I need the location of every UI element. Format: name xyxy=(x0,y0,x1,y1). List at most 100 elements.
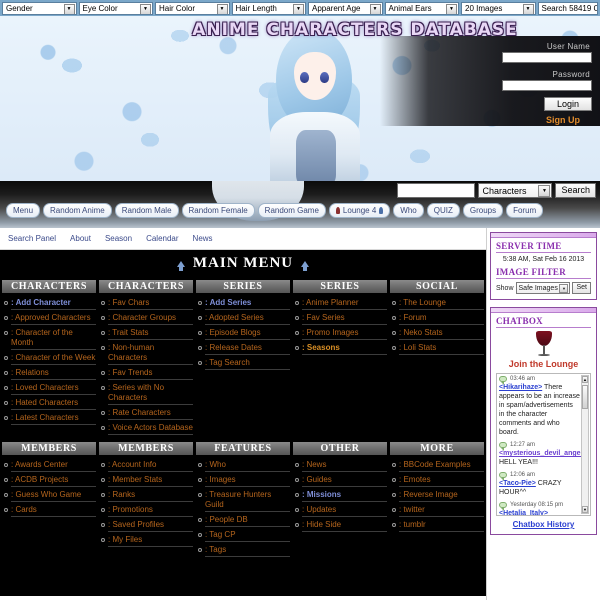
menu-item[interactable]: : Saved Profiles xyxy=(99,520,193,532)
filter-select-2[interactable]: Hair Color ▼ xyxy=(155,1,230,15)
menu-item[interactable]: : tumblr xyxy=(390,520,484,532)
subnav-item-about[interactable]: About xyxy=(70,234,91,243)
nav-button-forum[interactable]: Forum xyxy=(506,203,544,218)
menu-item[interactable]: : Approved Characters xyxy=(2,313,96,325)
username-field[interactable] xyxy=(502,52,592,63)
menu-item[interactable]: : Missions xyxy=(293,490,387,502)
menu-item[interactable]: : Relations xyxy=(2,368,96,380)
menu-item[interactable]: : My Files xyxy=(99,535,193,547)
scroll-down-icon[interactable]: ▼ xyxy=(582,506,588,513)
search-scope-select[interactable]: Characters ▼ xyxy=(478,183,553,198)
menu-item[interactable]: : Series with No Characters xyxy=(99,383,193,405)
menu-item[interactable]: : Release Dates xyxy=(196,343,290,355)
menu-item[interactable]: : Ranks xyxy=(99,490,193,502)
menu-item[interactable]: : Tag CP xyxy=(196,530,290,542)
scroll-up-icon[interactable]: ▲ xyxy=(582,376,588,383)
nav-button-menu[interactable]: Menu xyxy=(6,203,41,218)
menu-item[interactable]: : twitter xyxy=(390,505,484,517)
menu-item[interactable]: : Promo Images xyxy=(293,328,387,340)
menu-item[interactable]: : Seasons xyxy=(293,343,387,355)
menu-item-label: : Episode Blogs xyxy=(205,328,290,340)
image-filter-select[interactable]: Safe Images ▼ xyxy=(515,282,571,294)
nav-button-lounge-4[interactable]: Lounge 4 xyxy=(328,203,391,218)
menu-item[interactable]: : Rate Characters xyxy=(99,408,193,420)
menu-item[interactable]: : Hide Side xyxy=(293,520,387,532)
chat-scrollbar[interactable]: ▲ ▼ xyxy=(581,375,589,514)
chat-username-link[interactable]: <Hetalia_Italy> xyxy=(499,510,548,515)
chatbox-history-link[interactable]: Chatbox History xyxy=(496,520,591,529)
join-lounge-link[interactable]: Join the Lounge xyxy=(496,359,591,369)
menu-item[interactable]: : Forum xyxy=(390,313,484,325)
menu-item[interactable]: : Loved Characters xyxy=(2,383,96,395)
menu-item[interactable]: : Neko Stats xyxy=(390,328,484,340)
menu-item[interactable]: : Latest Characters xyxy=(2,413,96,425)
menu-item[interactable]: : Guess Who Game xyxy=(2,490,96,502)
menu-item[interactable]: : Add Series xyxy=(196,298,290,310)
chat-message-list[interactable]: 03:46 am <Hikarihaze> There appears to be… xyxy=(496,373,591,516)
menu-item[interactable]: : Images xyxy=(196,475,290,487)
menu-item[interactable]: : The Lounge xyxy=(390,298,484,310)
menu-item[interactable]: : Hated Characters xyxy=(2,398,96,410)
chat-username-link[interactable]: <mysterious_devil_angel> xyxy=(499,450,587,457)
nav-button-quiz[interactable]: QUIZ xyxy=(426,203,460,218)
filter-select-1[interactable]: Eye Color ▼ xyxy=(78,1,153,15)
menu-item[interactable]: : Trait Stats xyxy=(99,328,193,340)
menu-item[interactable]: : Loli Stats xyxy=(390,343,484,355)
filter-select-6[interactable]: 20 Images ▼ xyxy=(461,1,536,15)
nav-button-groups[interactable]: Groups xyxy=(462,203,504,218)
menu-item[interactable]: : Non-human Characters xyxy=(99,343,193,365)
menu-item[interactable]: : Updates xyxy=(293,505,387,517)
menu-item[interactable]: : Promotions xyxy=(99,505,193,517)
chat-username-link[interactable]: <Taco-Pie> xyxy=(499,480,536,487)
chat-username-link[interactable]: <Hikarihaze> xyxy=(499,384,542,391)
menu-item[interactable]: : Anime Planner xyxy=(293,298,387,310)
filter-select-0[interactable]: Gender ▼ xyxy=(2,1,77,15)
filter-select-3[interactable]: Hair Length ▼ xyxy=(231,1,306,15)
image-filter-set-button[interactable]: Set xyxy=(572,282,591,294)
nav-button-random-game[interactable]: Random Game xyxy=(257,203,326,218)
menu-item[interactable]: : Fav Series xyxy=(293,313,387,325)
menu-item[interactable]: : Who xyxy=(196,460,290,472)
subnav-item-calendar[interactable]: Calendar xyxy=(146,234,178,243)
character-search-input[interactable]: Search 58419 Characte xyxy=(537,1,598,15)
menu-item[interactable]: : Add Character xyxy=(2,298,96,310)
bullet-icon xyxy=(392,331,396,335)
search-button[interactable]: Search xyxy=(555,183,596,198)
menu-item[interactable]: : Tag Search xyxy=(196,358,290,370)
menu-item[interactable]: : Voice Actors Database xyxy=(99,423,193,435)
subnav-item-news[interactable]: News xyxy=(193,234,213,243)
menu-item[interactable]: : Character of the Week xyxy=(2,353,96,365)
menu-item[interactable]: : Member Stats xyxy=(99,475,193,487)
menu-item[interactable]: : Emotes xyxy=(390,475,484,487)
nav-button-random-female[interactable]: Random Female xyxy=(181,203,255,218)
scrollbar-thumb[interactable] xyxy=(582,385,588,409)
menu-item[interactable]: : ACDB Projects xyxy=(2,475,96,487)
menu-item[interactable]: : Guides xyxy=(293,475,387,487)
login-button[interactable]: Login xyxy=(543,97,592,111)
menu-item[interactable]: : BBCode Examples xyxy=(390,460,484,472)
password-field[interactable] xyxy=(502,80,592,91)
menu-item[interactable]: : Adopted Series xyxy=(196,313,290,325)
menu-item[interactable]: : Episode Blogs xyxy=(196,328,290,340)
menu-item[interactable]: : Character of the Month xyxy=(2,328,96,350)
filter-select-4[interactable]: Apparent Age ▼ xyxy=(308,1,383,15)
nav-button-who[interactable]: Who xyxy=(393,203,424,218)
menu-item[interactable]: : Treasure Hunters Guild xyxy=(196,490,290,512)
subnav-item-season[interactable]: Season xyxy=(105,234,132,243)
menu-item[interactable]: : Reverse Image xyxy=(390,490,484,502)
menu-item[interactable]: : Fav Chars xyxy=(99,298,193,310)
signup-link[interactable]: Sign Up xyxy=(380,115,580,125)
subnav-item-search-panel[interactable]: Search Panel xyxy=(8,234,56,243)
nav-button-random-anime[interactable]: Random Anime xyxy=(43,203,112,218)
filter-select-5[interactable]: Animal Ears ▼ xyxy=(384,1,459,15)
menu-item[interactable]: : Fav Trends xyxy=(99,368,193,380)
menu-item[interactable]: : News xyxy=(293,460,387,472)
menu-item[interactable]: : Character Groups xyxy=(99,313,193,325)
menu-item[interactable]: : Tags xyxy=(196,545,290,557)
menu-item[interactable]: : Cards xyxy=(2,505,96,517)
search-input[interactable] xyxy=(397,183,476,198)
menu-item[interactable]: : People DB xyxy=(196,515,290,527)
menu-item[interactable]: : Account Info xyxy=(99,460,193,472)
nav-button-random-male[interactable]: Random Male xyxy=(114,203,179,218)
menu-item[interactable]: : Awards Center xyxy=(2,460,96,472)
